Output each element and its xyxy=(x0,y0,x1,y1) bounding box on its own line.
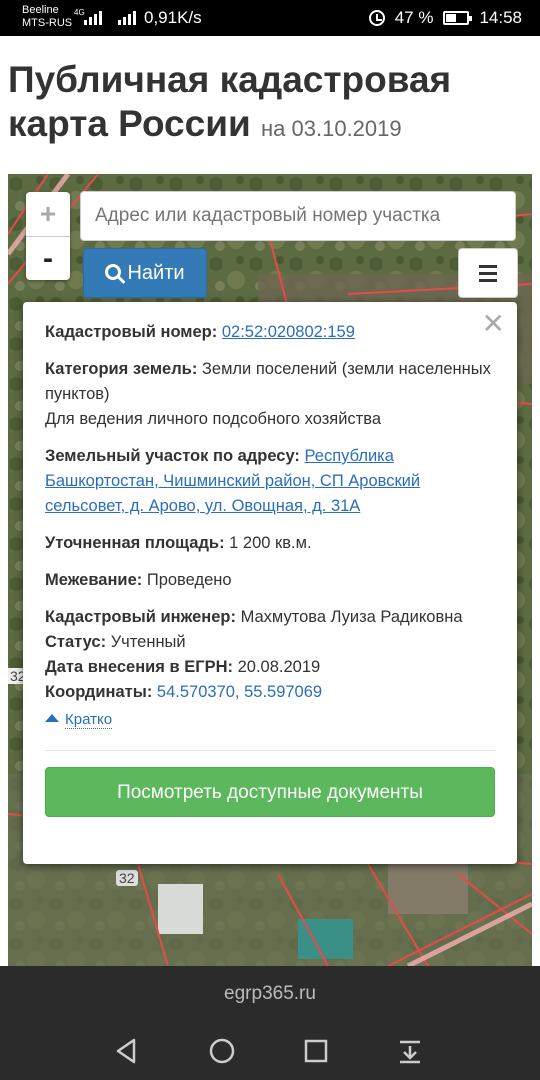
land-category-label: Категория земель: xyxy=(45,360,198,378)
zoom-control: + - xyxy=(26,192,70,280)
engineer-value: Махмутова Луиза Радиковна xyxy=(240,608,463,626)
address-row: Земельный участок по адресу: Республика … xyxy=(45,444,495,519)
browser-url-bar[interactable]: egrp365.ru xyxy=(0,966,540,1022)
divider xyxy=(45,750,495,751)
status-label: Статус: xyxy=(45,633,107,651)
clock: 14:58 xyxy=(479,8,522,27)
egrn-date-row: Дата внесения в ЕГРН: 20.08.2019 xyxy=(45,655,495,680)
egrn-date-value: 20.08.2019 xyxy=(237,658,321,676)
cadastral-number-label: Кадастровый номер: xyxy=(45,323,218,341)
page-date: на 03.10.2019 xyxy=(261,116,402,141)
carrier-primary: Beeline xyxy=(22,4,59,16)
status-value: Учтенный xyxy=(110,633,186,651)
system-nav-bar xyxy=(0,1022,540,1080)
area-label: Уточненная площадь: xyxy=(45,534,225,552)
brief-link[interactable]: Кратко xyxy=(65,711,113,729)
coordinates-value[interactable]: 54.570370, 55.597069 xyxy=(157,683,322,701)
carrier-secondary: MTS-RUS xyxy=(22,17,73,29)
battery-percent: 47 % xyxy=(394,8,434,27)
signal-icon xyxy=(84,9,102,25)
zoom-out-button[interactable]: - xyxy=(26,236,70,280)
hamburger-icon xyxy=(479,264,497,268)
date-prefix: на xyxy=(261,116,286,141)
caret-up-icon xyxy=(45,714,59,722)
survey-row: Межевание: Проведено xyxy=(45,568,495,593)
notifications-pull-icon[interactable] xyxy=(395,1036,425,1066)
close-icon[interactable]: ✕ xyxy=(482,310,505,338)
search-button-label: Найти xyxy=(127,261,185,284)
status-right: 47 % 14:58 xyxy=(368,8,522,28)
survey-label: Межевание: xyxy=(45,571,143,589)
status-bar: Beeline MTS-RUS 4G 0,91K/s 47 % 14:58 xyxy=(0,0,540,36)
survey-value: Проведено xyxy=(146,571,232,589)
address-label: Земельный участок по адресу: xyxy=(45,447,300,465)
cadastral-number-link[interactable]: 02:52:020802:159 xyxy=(222,323,355,341)
network-speed: 0,91K/s xyxy=(144,8,202,27)
date-value: 03.10.2019 xyxy=(291,116,402,141)
search-icon xyxy=(105,263,122,280)
brief-toggle[interactable]: Кратко xyxy=(45,707,495,732)
home-icon[interactable] xyxy=(207,1036,237,1066)
signal-icon xyxy=(118,9,136,25)
cadastral-number-row: Кадастровый номер: 02:52:020802:159 xyxy=(45,320,495,345)
map-label: 32 xyxy=(116,870,138,886)
land-usage: Для ведения личного подсобного хозяйства xyxy=(45,410,381,428)
recents-icon[interactable] xyxy=(301,1036,331,1066)
egrn-date-label: Дата внесения в ЕГРН: xyxy=(45,658,234,676)
battery-icon xyxy=(443,11,473,25)
menu-button[interactable] xyxy=(458,248,518,298)
engineer-row: Кадастровый инженер: Махмутова Луиза Рад… xyxy=(45,605,495,630)
parcel-info-popup: ✕ Кадастровый номер: 02:52:020802:159 Ка… xyxy=(23,302,517,864)
area-row: Уточненная площадь: 1 200 кв.м. xyxy=(45,531,495,556)
alarm-icon xyxy=(368,10,385,26)
land-category-row: Категория земель: Земли поселений (земли… xyxy=(45,357,495,407)
search-input[interactable] xyxy=(80,191,516,241)
engineer-label: Кадастровый инженер: xyxy=(45,608,236,626)
view-documents-button[interactable]: Посмотреть доступные документы xyxy=(45,767,495,817)
carrier-info: Beeline MTS-RUS xyxy=(22,4,72,30)
status-row: Статус: Учтенный xyxy=(45,630,495,655)
search-button[interactable]: Найти xyxy=(83,248,207,298)
url-text: egrp365.ru xyxy=(224,983,316,1004)
coordinates-row: Координаты: 54.570370, 55.597069 xyxy=(45,680,495,705)
hamburger-icon-bar xyxy=(479,271,497,275)
area-value: 1 200 кв.м. xyxy=(229,534,312,552)
hamburger-icon-bar xyxy=(479,278,497,282)
page-title: Публичная кадастровая карта России на 03… xyxy=(8,58,532,151)
zoom-in-button[interactable]: + xyxy=(26,192,70,236)
coordinates-label: Координаты: xyxy=(45,683,153,701)
back-icon[interactable] xyxy=(112,1036,142,1066)
